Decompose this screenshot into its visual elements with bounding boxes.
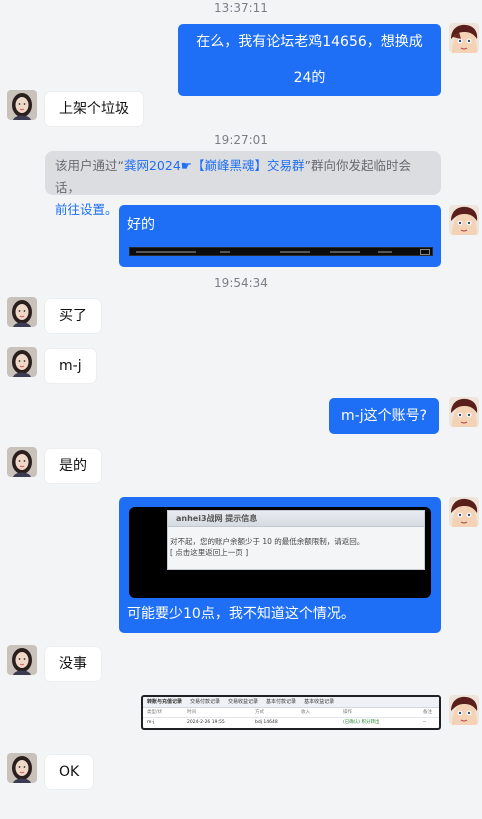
- contact-avatar[interactable]: [7, 347, 37, 377]
- column-header: 方式: [255, 710, 264, 715]
- column-header: 操作: [343, 710, 352, 715]
- message-bubble-received[interactable]: 是的: [45, 449, 101, 483]
- system-notice-prefix: 该用户通过“: [55, 158, 124, 173]
- transaction-tab: 交易收益记录: [228, 699, 259, 705]
- user-avatar[interactable]: [449, 695, 479, 725]
- message-bubble-received[interactable]: 买了: [45, 299, 101, 333]
- message-bubble-received[interactable]: 没事: [45, 647, 101, 681]
- column-header: 备注: [423, 710, 432, 715]
- message-bubble-sent[interactable]: m-j这个账号?: [329, 398, 440, 434]
- user-avatar[interactable]: [449, 205, 479, 235]
- timestamp: 19:54:34: [214, 276, 268, 290]
- transaction-tab: 转账与充值记录: [147, 699, 183, 705]
- table-cell: m-j: [147, 720, 155, 725]
- screenshot-image[interactable]: anhei3战网 提示信息 对不起，您的账户余额少于 10 的最低余额限制，请返…: [129, 507, 431, 598]
- message-text: 可能要少10点，我不知道这个情况。: [127, 606, 355, 622]
- transaction-tab: 基本付款记录: [266, 699, 297, 705]
- transaction-header: 类型/状 时间 方式 收入 操作 备注: [143, 708, 439, 718]
- timestamp: 13:37:11: [214, 1, 268, 15]
- column-header: 类型/状: [147, 710, 163, 715]
- timestamp: 19:27:01: [214, 133, 268, 147]
- system-notice: 该用户通过“龚网2024☛【巅峰黑魂】交易群”群向你发起临时会话， 前往设置。: [45, 151, 441, 217]
- message-text: 好的: [127, 217, 155, 233]
- user-avatar[interactable]: [449, 397, 479, 427]
- error-dialog-title: anhei3战网 提示信息: [168, 511, 424, 527]
- table-cell: bdj 14648: [255, 720, 278, 725]
- table-row: m-j 2024-2-26 19:55 bdj 14648 (已确认) 积分转出…: [143, 718, 439, 728]
- error-dialog-body: 对不起，您的账户余额少于 10 的最低余额限制，请返回。: [170, 537, 365, 546]
- message-bubble-received[interactable]: m-j: [45, 349, 96, 383]
- message-bubble-sent[interactable]: 在么，我有论坛老鸡14656，想换成24的: [178, 24, 441, 96]
- contact-avatar[interactable]: [7, 90, 37, 120]
- transaction-tabs: 转账与充值记录 交易付款记录 交易收益记录 基本付款记录 基本收益记录: [143, 697, 439, 708]
- message-bubble-sent[interactable]: anhei3战网 提示信息 对不起，您的账户余额少于 10 的最低余额限制，请返…: [119, 497, 441, 633]
- table-cell: --: [423, 720, 427, 725]
- error-dialog-back: [ 点击这里返回上一页 ]: [170, 548, 249, 557]
- table-cell: (已确认) 积分转出: [343, 720, 380, 725]
- transaction-tab: 交易付款记录: [190, 699, 221, 705]
- settings-link[interactable]: 前往设置。: [55, 202, 118, 217]
- error-dialog: anhei3战网 提示信息 对不起，您的账户余额少于 10 的最低余额限制，请返…: [167, 510, 425, 570]
- message-bubble-received[interactable]: OK: [45, 755, 94, 789]
- message-bubble-sent[interactable]: 好的: [119, 205, 441, 267]
- contact-avatar[interactable]: [7, 753, 37, 783]
- column-header: 收入: [301, 710, 310, 715]
- screenshot-thumbnail[interactable]: [129, 247, 433, 256]
- group-link[interactable]: 龚网2024☛【巅峰黑魂】交易群: [124, 158, 305, 173]
- table-cell: 2024-2-26 19:55: [187, 720, 225, 725]
- transaction-tab: 基本收益记录: [304, 699, 335, 705]
- column-header: 时间: [187, 710, 196, 715]
- user-avatar[interactable]: [449, 23, 479, 53]
- contact-avatar[interactable]: [7, 645, 37, 675]
- message-bubble-received[interactable]: 上架个垃圾: [45, 92, 143, 126]
- transaction-screenshot[interactable]: 转账与充值记录 交易付款记录 交易收益记录 基本付款记录 基本收益记录 类型/状…: [141, 695, 441, 730]
- user-avatar[interactable]: [449, 497, 479, 527]
- contact-avatar[interactable]: [7, 297, 37, 327]
- contact-avatar[interactable]: [7, 447, 37, 477]
